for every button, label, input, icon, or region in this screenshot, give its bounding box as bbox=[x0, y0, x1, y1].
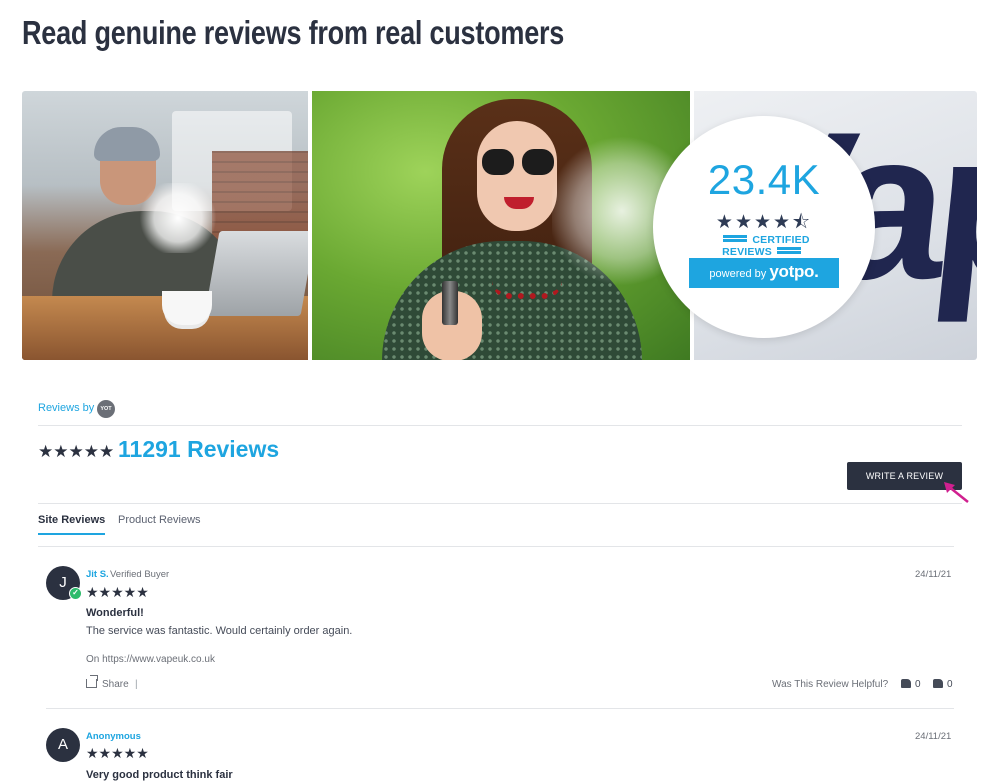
helpful-prompt: Was This Review Helpful? bbox=[772, 679, 889, 690]
thumbs-down-button[interactable]: 0 bbox=[933, 679, 953, 690]
review-date: 24/11/21 bbox=[915, 569, 952, 580]
thumbs-up-icon bbox=[901, 679, 911, 688]
divider bbox=[46, 708, 954, 709]
share-icon bbox=[86, 675, 98, 688]
review-star-rating: ★★★★★ bbox=[86, 745, 149, 761]
share-button[interactable]: Share bbox=[86, 675, 129, 690]
reviewer-name: Anonymous bbox=[86, 731, 141, 742]
total-reviews-count: 11291 Reviews bbox=[118, 436, 280, 462]
thumbs-down-icon bbox=[933, 679, 943, 688]
reviewer-name: Jit S. bbox=[86, 569, 109, 580]
reviewer-avatar: A bbox=[46, 728, 80, 762]
review-body: The service was fantastic. Would certain… bbox=[86, 625, 353, 637]
thumbs-up-button[interactable]: 0 bbox=[901, 679, 921, 690]
separator: | bbox=[135, 679, 138, 690]
hero-photo-man-laptop bbox=[22, 91, 308, 360]
page-title: Read genuine reviews from real customers bbox=[22, 14, 565, 51]
review-title: Wonderful! bbox=[86, 607, 144, 619]
divider bbox=[38, 425, 962, 426]
yotpo-wordmark: yotpo. bbox=[769, 262, 819, 281]
reviews-by-label: Reviews by bbox=[38, 402, 95, 414]
divider bbox=[38, 503, 962, 504]
yotpo-logo-icon[interactable]: YOT PO. bbox=[97, 400, 115, 430]
verified-buyer-label: Verified Buyer bbox=[110, 569, 170, 580]
hero-photo-woman-vape bbox=[312, 91, 690, 360]
tab-site-reviews[interactable]: Site Reviews bbox=[38, 514, 106, 535]
review-star-rating: ★★★★★ bbox=[86, 584, 149, 600]
yotpo-certified-badge: 23.4K ★★★★⯪ CERTIFIED REVIEWS powered by… bbox=[653, 116, 875, 338]
review-date: 24/11/21 bbox=[915, 731, 952, 742]
tab-product-reviews[interactable]: Product Reviews bbox=[118, 514, 201, 526]
divider bbox=[38, 546, 954, 547]
badge-powered-by-ribbon: powered by yotpo. bbox=[689, 258, 839, 288]
review-title: Very good product think fair bbox=[86, 769, 233, 781]
review-source-link: On https://www.vapeuk.co.uk bbox=[86, 654, 215, 665]
badge-certified-label: CERTIFIED REVIEWS bbox=[693, 234, 835, 258]
summary-star-rating: ★★★★★ bbox=[38, 442, 115, 461]
badge-review-count: 23.4K bbox=[707, 156, 821, 203]
mouse-cursor-icon bbox=[944, 482, 969, 503]
verified-check-icon: ✓ bbox=[69, 587, 82, 600]
